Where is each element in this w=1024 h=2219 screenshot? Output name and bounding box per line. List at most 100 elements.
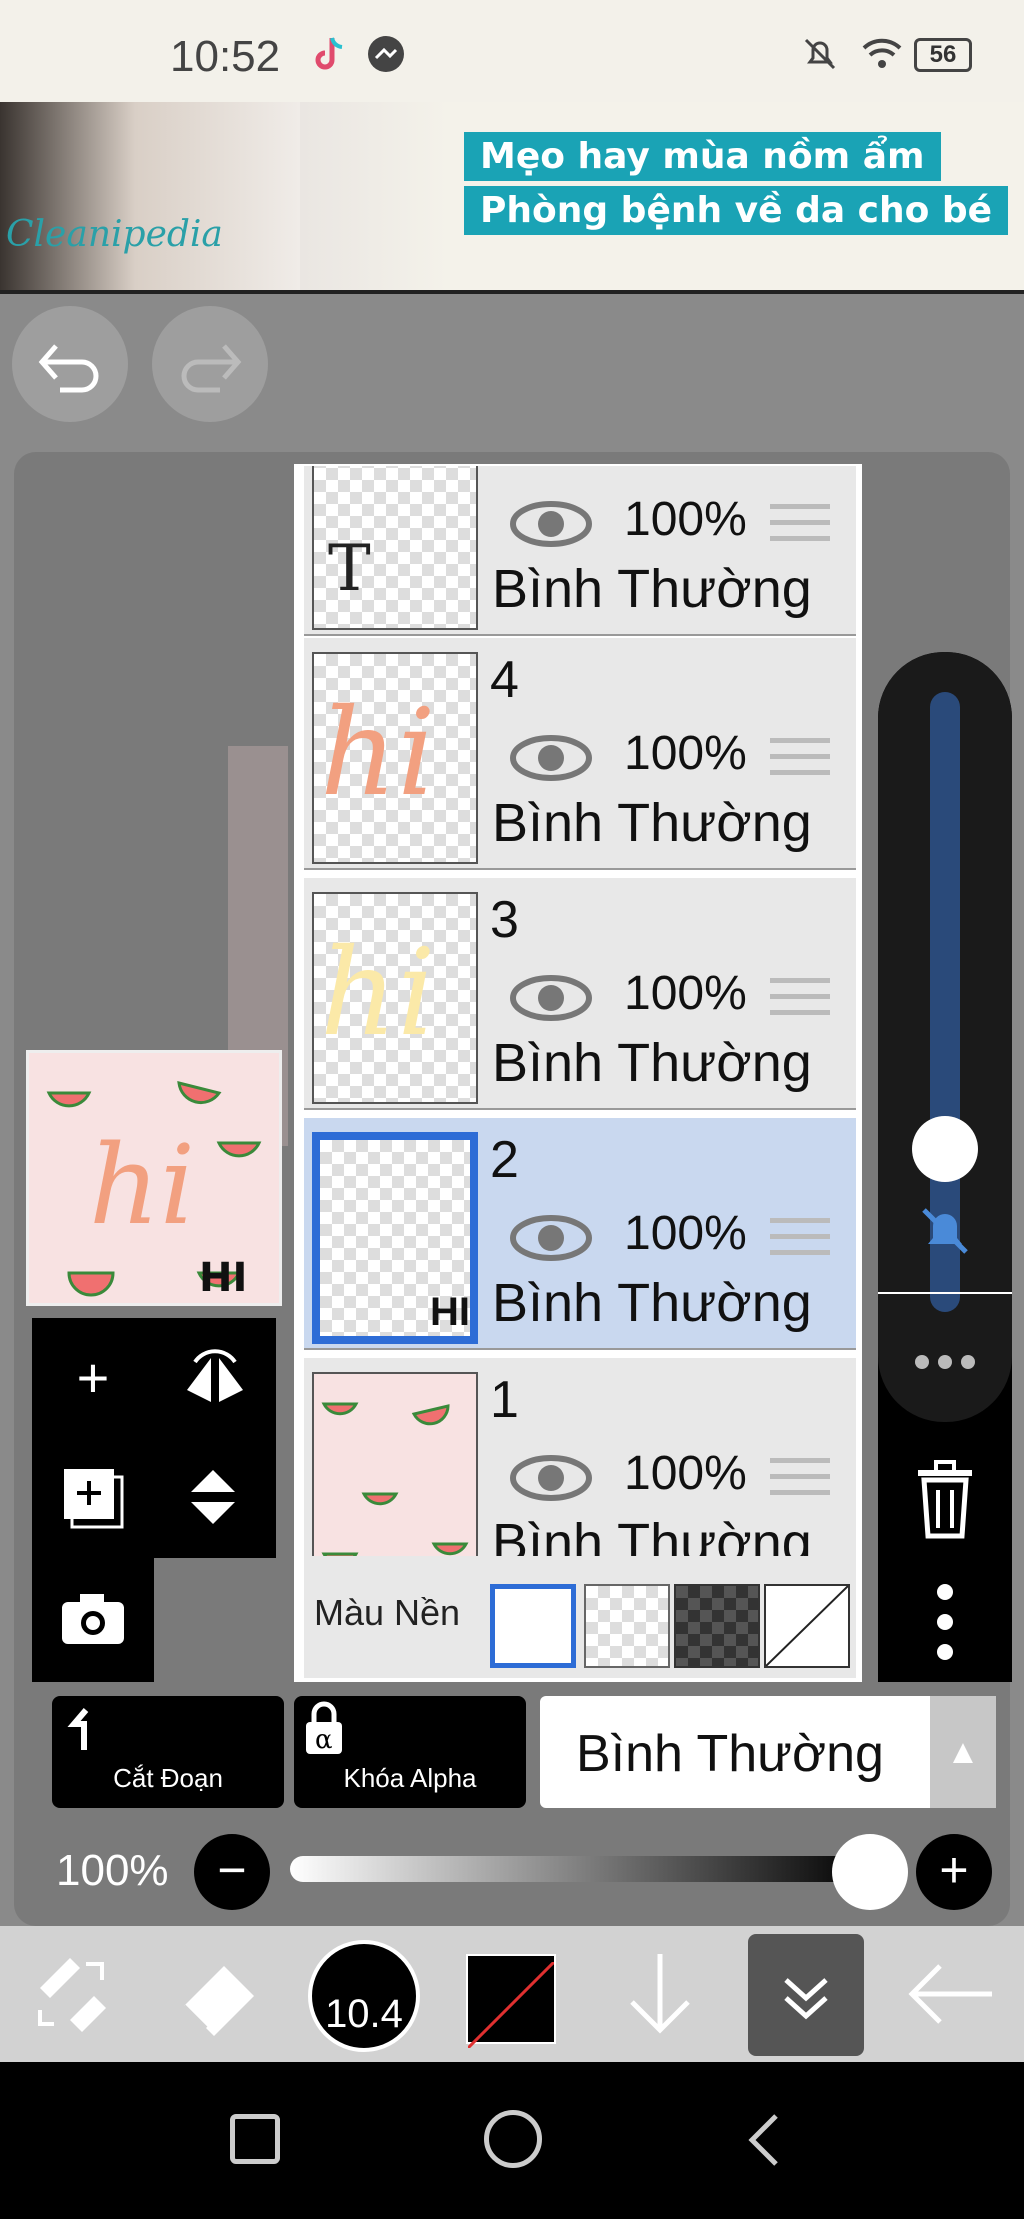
drag-handle-icon[interactable] bbox=[770, 734, 830, 780]
layer-number: 4 bbox=[490, 651, 519, 709]
ad-logo: Cleanipedia bbox=[6, 214, 223, 255]
watermelon-thumbnail bbox=[321, 1402, 469, 1566]
layer-number: 1 bbox=[490, 1371, 519, 1429]
bg-none-swatch[interactable] bbox=[764, 1584, 850, 1668]
opacity-slider-knob[interactable] bbox=[832, 1834, 908, 1910]
opacity-increase-button[interactable]: + bbox=[916, 1834, 992, 1910]
flip-vertical-icon bbox=[191, 1470, 235, 1524]
preview-hi-text: hi bbox=[89, 1121, 195, 1249]
more-horizontal-icon[interactable] bbox=[912, 1352, 978, 1372]
visibility-eye-icon[interactable] bbox=[510, 1454, 592, 1502]
ad-banner[interactable]: Cleanipedia Mẹo hay mùa nồm ẩm Phòng bện… bbox=[0, 102, 1024, 294]
triangle-up-icon[interactable]: ▲ bbox=[930, 1696, 996, 1808]
flip-horizontal-icon bbox=[187, 1349, 243, 1402]
eraser-icon bbox=[182, 1966, 254, 2036]
drag-handle-icon[interactable] bbox=[770, 500, 830, 546]
undo-button[interactable] bbox=[12, 306, 128, 422]
more-vertical-icon[interactable] bbox=[932, 1582, 958, 1662]
flip-horizontal-button[interactable] bbox=[154, 1318, 276, 1438]
bg-light-checker-swatch[interactable] bbox=[584, 1584, 670, 1668]
slider-divider bbox=[878, 1292, 1012, 1294]
color-picker-button[interactable] bbox=[466, 1926, 556, 2062]
home-icon[interactable] bbox=[484, 2110, 542, 2168]
flip-vertical-button[interactable] bbox=[154, 1438, 276, 1558]
svg-text:HI: HI bbox=[199, 1255, 247, 1301]
svg-text:α: α bbox=[315, 1725, 333, 1755]
layer-opacity: 100% bbox=[624, 1207, 747, 1260]
arrow-left-icon bbox=[908, 1964, 992, 2024]
bg-dark-checker-swatch[interactable] bbox=[674, 1584, 760, 1668]
double-chevron-down-icon bbox=[784, 1978, 828, 2020]
layer-thumbnail: hi bbox=[312, 892, 478, 1104]
layer-row-2[interactable]: HI 2 100% Bình Thường bbox=[304, 1118, 856, 1350]
alpha-lock-button[interactable]: α Khóa Alpha bbox=[294, 1696, 526, 1808]
opacity-slider-track[interactable] bbox=[290, 1856, 870, 1882]
android-nav-bar bbox=[0, 2062, 1024, 2219]
layer-thumbnail: hi bbox=[312, 652, 478, 864]
ad-line-2: Phòng bệnh về da cho bé bbox=[464, 186, 1009, 235]
redo-button[interactable] bbox=[152, 306, 268, 422]
layer-blend-mode: Bình Thường bbox=[492, 1033, 812, 1093]
layer-thumbnail: HI bbox=[312, 1132, 478, 1344]
layer-blend-mode: Bình Thường bbox=[492, 1273, 812, 1333]
redo-icon bbox=[181, 344, 242, 393]
back-nav-icon[interactable] bbox=[744, 2112, 784, 2168]
canvas-preview[interactable]: hi HI bbox=[26, 1050, 282, 1306]
trash-icon[interactable] bbox=[912, 1460, 978, 1540]
camera-button[interactable] bbox=[32, 1558, 154, 1678]
layer-thumbnail bbox=[312, 1372, 478, 1584]
recents-icon[interactable] bbox=[230, 2114, 280, 2164]
camera-icon bbox=[62, 1594, 124, 1644]
brush-size-value: 10.4 bbox=[325, 1992, 403, 2036]
visibility-eye-icon[interactable] bbox=[510, 974, 592, 1022]
layers-panel[interactable]: T 100% Bình Thường hi 4 100% Bình Thường… bbox=[294, 464, 862, 1682]
undo-icon bbox=[38, 344, 99, 393]
background-color-row: Màu Nền bbox=[304, 1556, 856, 1678]
layer-opacity: 100% bbox=[624, 1447, 747, 1500]
drag-handle-icon[interactable] bbox=[770, 1214, 830, 1260]
layer-row-4[interactable]: hi 4 100% Bình Thường bbox=[304, 638, 856, 870]
wifi-icon bbox=[860, 34, 902, 74]
duplicate-icon bbox=[64, 1469, 124, 1529]
alpha-lock-label: Khóa Alpha bbox=[343, 1763, 477, 1793]
drag-handle-icon[interactable] bbox=[770, 1454, 830, 1500]
mute-bell-icon[interactable] bbox=[916, 1202, 974, 1260]
battery-indicator: 56 bbox=[914, 38, 972, 72]
opacity-decrease-button[interactable]: − bbox=[194, 1834, 270, 1910]
mute-bell-icon bbox=[800, 34, 840, 74]
background-color-label: Màu Nền bbox=[314, 1592, 461, 1633]
brush-size-slider[interactable] bbox=[878, 652, 1012, 1422]
brush-size-button[interactable]: 10.4 bbox=[304, 1926, 424, 2062]
layer-number: 3 bbox=[490, 891, 519, 949]
layer-thumbnail: T bbox=[312, 466, 478, 630]
visibility-eye-icon[interactable] bbox=[510, 1214, 592, 1262]
current-color-swatch bbox=[466, 1954, 556, 2050]
tool-switch-button[interactable] bbox=[0, 1926, 140, 2062]
visibility-eye-icon[interactable] bbox=[510, 734, 592, 782]
slider-knob[interactable] bbox=[912, 1116, 978, 1182]
blend-mode-select[interactable]: Bình Thường ▲ bbox=[540, 1696, 996, 1808]
eraser-tool-button[interactable] bbox=[150, 1926, 290, 2062]
drag-handle-icon[interactable] bbox=[770, 974, 830, 1020]
visibility-eye-icon[interactable] bbox=[510, 500, 592, 548]
ad-photo bbox=[0, 102, 300, 294]
duplicate-layer-button[interactable] bbox=[32, 1438, 154, 1558]
add-layer-button[interactable]: + bbox=[32, 1318, 154, 1438]
clipping-icon bbox=[67, 1708, 89, 1750]
blend-mode-value: Bình Thường bbox=[576, 1725, 884, 1783]
main-toolbar: 10.4 bbox=[0, 1926, 1024, 2062]
move-down-button[interactable] bbox=[610, 1926, 710, 2062]
layer-row-3[interactable]: hi 3 100% Bình Thường bbox=[304, 878, 856, 1110]
tools-gap bbox=[154, 1558, 276, 1682]
tiktok-icon bbox=[310, 34, 350, 74]
layer-tools-panel: + bbox=[32, 1318, 276, 1682]
opacity-control: 100% − + bbox=[32, 1822, 996, 1918]
layer-blend-mode: Bình Thường bbox=[492, 559, 812, 619]
opacity-value: 100% bbox=[56, 1846, 169, 1895]
clipping-button[interactable]: Cắt Đoạn bbox=[52, 1696, 284, 1808]
collapse-button[interactable] bbox=[748, 1934, 864, 2056]
back-button[interactable] bbox=[880, 1926, 1020, 2062]
bg-white-swatch[interactable] bbox=[490, 1584, 576, 1668]
layer-blend-mode: Bình Thường bbox=[492, 793, 812, 853]
layer-row-text[interactable]: T 100% Bình Thường bbox=[304, 466, 856, 636]
